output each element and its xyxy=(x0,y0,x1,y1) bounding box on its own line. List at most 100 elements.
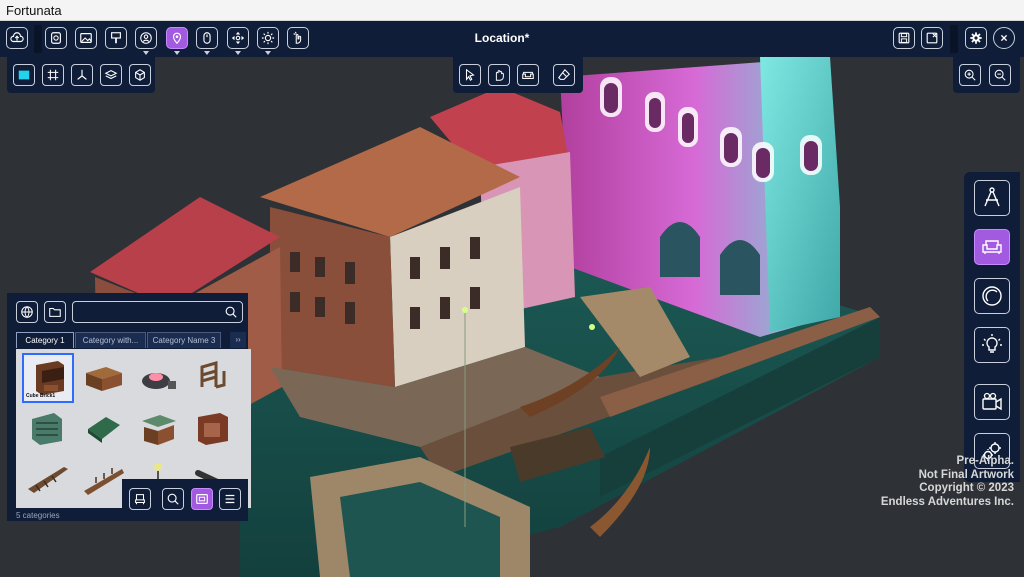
app-title: Fortunata xyxy=(6,3,62,18)
hand-tool-button[interactable] xyxy=(488,64,510,86)
location-button[interactable] xyxy=(166,27,188,49)
character-caret-icon xyxy=(143,51,149,55)
dresser-icon xyxy=(198,413,228,445)
image-icon xyxy=(80,33,92,43)
asset-tile[interactable] xyxy=(22,405,74,455)
save-icon xyxy=(898,32,910,44)
select-rectangle-button[interactable] xyxy=(13,64,35,86)
interaction-tools xyxy=(453,57,583,93)
globe-button[interactable] xyxy=(16,301,38,323)
asset-tile[interactable] xyxy=(186,353,238,403)
compass-icon xyxy=(984,187,1000,207)
cloud-upload-icon xyxy=(10,32,24,43)
axis-icon xyxy=(77,69,87,80)
furniture-mode-button[interactable] xyxy=(974,229,1010,265)
gallery-view-button[interactable] xyxy=(191,488,213,510)
settings-button[interactable] xyxy=(965,27,987,49)
globe-icon xyxy=(21,306,33,318)
toolbar-divider xyxy=(950,25,958,53)
hand-icon xyxy=(495,70,504,81)
layers-button[interactable] xyxy=(100,64,122,86)
tab-category-3[interactable]: Category Name 3 xyxy=(147,332,221,348)
loom-icon xyxy=(32,413,62,445)
character-icon xyxy=(140,32,152,44)
close-button[interactable] xyxy=(993,27,1015,49)
mouse-icon xyxy=(203,32,211,44)
seat-button[interactable] xyxy=(129,488,151,510)
asset-tile-label: Cube Brick1 xyxy=(26,393,56,399)
mouse-caret-icon xyxy=(204,51,210,55)
watermark-line: Not Final Artwork xyxy=(918,468,1014,481)
armchair-icon xyxy=(982,240,1002,254)
eraser-icon xyxy=(558,68,570,80)
folder-button[interactable] xyxy=(44,301,66,323)
move-icon xyxy=(231,31,245,45)
material-mode-button[interactable] xyxy=(974,278,1010,314)
save-button[interactable] xyxy=(893,27,915,49)
folder-icon xyxy=(49,307,61,317)
toolbar-divider xyxy=(34,25,42,53)
watermark: Pre-Alpha. Not Final Artwork Copyright ©… xyxy=(881,455,1014,509)
axis-button[interactable] xyxy=(71,64,93,86)
gesture-button[interactable] xyxy=(287,27,309,49)
tab-category-1[interactable]: Category 1 xyxy=(16,332,74,348)
library-search-input[interactable] xyxy=(77,303,217,322)
zoom-in-button[interactable] xyxy=(959,64,981,86)
asset-tile[interactable] xyxy=(132,405,184,455)
close-file-button[interactable] xyxy=(921,27,943,49)
location-pin-icon xyxy=(172,32,182,45)
sticker-icon xyxy=(982,286,1002,306)
workbench-icon xyxy=(86,367,122,391)
seat-icon xyxy=(135,494,145,505)
cube-button[interactable] xyxy=(129,64,151,86)
zoom-out-button[interactable] xyxy=(989,64,1011,86)
effects-caret-icon xyxy=(265,51,271,55)
zoom-out-icon xyxy=(994,69,1006,81)
camera-mode-button[interactable] xyxy=(974,384,1010,420)
watermark-line: Endless Adventures Inc. xyxy=(880,495,1014,508)
library-bottom-tools xyxy=(122,479,248,520)
asset-tile[interactable] xyxy=(78,405,130,455)
layers-icon xyxy=(104,70,118,80)
cloud-upload-button[interactable] xyxy=(6,27,28,49)
asset-tile[interactable] xyxy=(132,353,184,403)
mouse-button[interactable] xyxy=(196,27,218,49)
right-mode-panel xyxy=(964,172,1020,482)
zoom-tools xyxy=(953,57,1020,93)
gallery-icon xyxy=(196,494,208,504)
cube-icon xyxy=(135,69,145,81)
eraser-tool-button[interactable] xyxy=(553,64,575,86)
category-count: 5 categories xyxy=(16,511,60,520)
image-button[interactable] xyxy=(75,27,97,49)
lighting-mode-button[interactable] xyxy=(974,327,1010,363)
tabs-more-button[interactable]: ›› xyxy=(230,332,246,348)
pointer-tool-button[interactable] xyxy=(459,64,481,86)
compass-mode-button[interactable] xyxy=(974,180,1010,216)
move-button[interactable] xyxy=(227,27,249,49)
asset-tile[interactable]: Cube Brick1 xyxy=(22,353,74,403)
cursor-icon xyxy=(465,68,475,82)
asset-tile[interactable] xyxy=(22,455,74,505)
list-view-button[interactable] xyxy=(219,488,241,510)
asset-tile[interactable] xyxy=(78,353,130,403)
market-stall-icon xyxy=(142,415,176,445)
gear-burst-icon xyxy=(261,31,275,45)
grid-button[interactable] xyxy=(42,64,64,86)
asset-tile[interactable] xyxy=(186,405,238,455)
lightbulb-icon xyxy=(982,334,1002,353)
magnifier-icon xyxy=(167,493,179,505)
library-search-box xyxy=(72,301,243,323)
sofa-icon xyxy=(522,71,534,80)
planter-icon xyxy=(88,417,120,443)
asset-search-button[interactable] xyxy=(162,488,184,510)
effects-button[interactable] xyxy=(257,27,279,49)
grid-icon xyxy=(47,69,59,81)
furniture-tool-button[interactable] xyxy=(517,64,539,86)
search-icon[interactable] xyxy=(224,305,238,319)
character-button[interactable] xyxy=(135,27,157,49)
tab-category-2[interactable]: Category with... xyxy=(75,332,146,348)
paint-button[interactable] xyxy=(105,27,127,49)
scene-viewport[interactable]: Category 1 Category with... Category Nam… xyxy=(0,57,1024,577)
info-button[interactable] xyxy=(45,27,67,49)
close-file-icon xyxy=(926,32,938,44)
